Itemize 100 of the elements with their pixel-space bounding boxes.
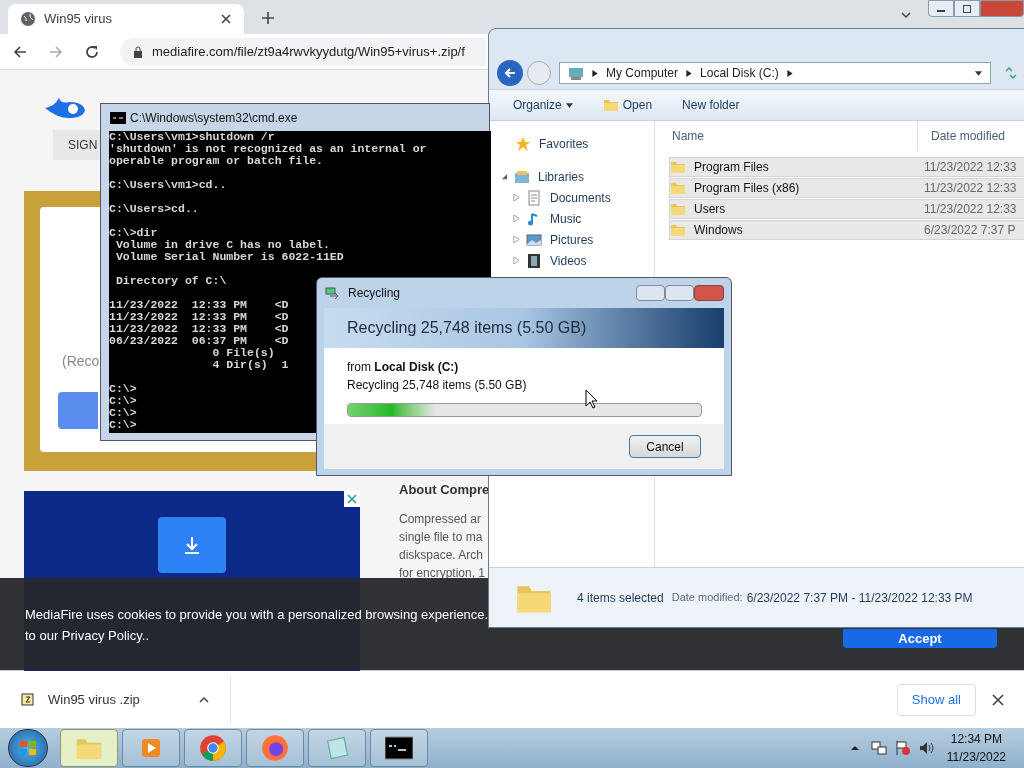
lock-icon [132, 45, 144, 58]
nav-item[interactable]: Libraries [538, 167, 585, 186]
paragraph-line: diskspace. Arch [399, 547, 485, 564]
url-text: mediafire.com/file/zt9a4rwvkyydutg/Win95+virus+.zip/f [152, 42, 465, 61]
file-row[interactable]: Program Files (x86) 11/23/2022 12:33 [669, 178, 1024, 198]
toolbar-button[interactable]: New folder [682, 96, 740, 114]
console-line: C:\> [109, 419, 137, 431]
close-button[interactable] [694, 285, 724, 301]
chevron-right-icon[interactable] [686, 69, 693, 77]
file-row[interactable]: Windows 6/23/2022 7:37 P [669, 220, 1024, 240]
maximize-button[interactable] [954, 0, 980, 17]
clock-date[interactable]: 11/23/2022 [946, 748, 1006, 766]
download-folder-icon [158, 517, 226, 573]
console-line: 'shutdown' is not recognized as an internal or [109, 143, 427, 155]
column-header[interactable]: Date modified [918, 127, 1006, 145]
back-arrow-icon[interactable] [12, 43, 28, 60]
console-icon [385, 736, 413, 760]
play-icon [139, 736, 163, 760]
nav-item[interactable]: Pictures [550, 230, 594, 249]
film-icon [526, 252, 542, 269]
console-line: C:\> [109, 383, 137, 395]
picture-icon [526, 231, 542, 248]
folder-icon [602, 97, 619, 113]
file-name: Windows [694, 222, 744, 239]
file-name: Program Files [694, 159, 770, 176]
file-date: 11/23/2022 12:33 [924, 180, 1017, 197]
close-icon[interactable] [220, 13, 232, 25]
dialog-heading: Recycling 25,748 items (5.50 GB) [347, 318, 587, 338]
taskbar-app-button[interactable] [370, 729, 428, 767]
console-line: C:\>dir [109, 227, 158, 239]
nav-item[interactable]: Music [550, 209, 582, 228]
section-heading: About Compre [399, 481, 490, 499]
nav-item[interactable]: Videos [550, 251, 587, 270]
close-icon[interactable] [992, 693, 1004, 706]
folder-icon [670, 180, 686, 196]
show-all-button[interactable]: Show all [896, 683, 976, 716]
speaker-icon[interactable] [918, 740, 935, 756]
chevron-down-icon[interactable] [900, 9, 912, 21]
browser-tab[interactable]: Win95 virus [8, 4, 244, 34]
paragraph-line: for encryption, 1 [399, 565, 486, 582]
document-icon [526, 189, 542, 206]
console-line: 11/23/2022 12:33 PM <D [109, 311, 289, 323]
folder-icon [670, 159, 686, 175]
caret-down-icon[interactable] [565, 102, 573, 108]
address-bar[interactable]: My Computer Local Disk (C:) [559, 62, 991, 84]
nav-item[interactable]: Documents [550, 188, 611, 207]
console-line: operable program or batch file. [109, 155, 323, 167]
sign-in-button[interactable]: SIGN [53, 130, 100, 160]
chevron-right-icon[interactable] [592, 69, 598, 77]
reload-icon[interactable] [84, 43, 100, 60]
cancel-button[interactable]: Cancel [629, 435, 701, 458]
breadcrumb-item[interactable]: My Computer [606, 64, 679, 82]
expanded-triangle-icon[interactable] [501, 173, 508, 180]
breadcrumb-item[interactable]: Local Disk (C:) [700, 64, 779, 82]
console-line: 11/23/2022 12:33 PM <D [109, 323, 289, 335]
minimize-button[interactable] [928, 0, 954, 17]
folder-icon [670, 201, 686, 217]
start-button[interactable] [8, 729, 48, 767]
console-line: C:\> [109, 395, 137, 407]
network-icon[interactable] [870, 740, 887, 756]
flag-error-icon[interactable] [894, 740, 911, 756]
status-value: 6/23/2022 7:37 PM - 11/23/2022 12:33 PM [746, 589, 973, 607]
accept-button[interactable]: Accept [843, 629, 997, 648]
paragraph-line: Compressed ar [399, 511, 483, 528]
window-title: C:\Windows\system32\cmd.exe [130, 109, 298, 127]
download-file-name[interactable]: Win95 virus .zip [48, 689, 198, 710]
console-line: 4 Dir(s) 1 [211, 359, 289, 371]
globe-icon [20, 11, 36, 27]
console-icon [110, 111, 126, 124]
mouse-cursor-icon [585, 389, 598, 409]
console-line: Volume in drive C has no label. [114, 239, 330, 251]
console-line: C:\> [109, 407, 137, 419]
toolbar-button[interactable]: Organize [513, 96, 573, 114]
console-line: 06/23/2022 06:37 PM <D [109, 335, 289, 347]
console-line: Directory of C:\ [114, 275, 227, 287]
window-title: Recycling [348, 285, 402, 302]
progress-text: Recycling 25,748 items (5.50 GB) [347, 377, 528, 394]
file-name: Program Files (x86) [694, 180, 801, 197]
file-row[interactable]: Program Files 11/23/2022 12:33 [669, 157, 1024, 177]
console-line: Volume Serial Number is 6022-11ED [114, 251, 344, 263]
caret-up-icon[interactable] [850, 744, 859, 752]
file-row[interactable]: Users 11/23/2022 12:33 [669, 199, 1024, 219]
console-line: 0 File(s) [211, 347, 275, 359]
chevron-right-icon[interactable] [786, 69, 793, 77]
file-date: 6/23/2022 7:37 P [924, 222, 1016, 239]
star-icon [515, 135, 531, 152]
source-text: from Local Disk (C:) [347, 359, 460, 376]
back-button[interactable] [497, 60, 523, 86]
clock-time[interactable]: 12:34 PM [950, 730, 1003, 748]
file-date: 11/23/2022 12:33 [924, 159, 1017, 176]
windows-logo-icon [18, 738, 38, 758]
address-bar[interactable]: mediafire.com/file/zt9a4rwvkyydutg/Win95+virus+.zip/f [120, 37, 486, 66]
folder-icon [670, 222, 686, 238]
back-arrow-icon [504, 67, 516, 79]
console-line: C:\Users\vm1>cd.. [109, 179, 227, 191]
plus-icon[interactable] [260, 10, 276, 26]
library-icon [514, 168, 530, 185]
nav-item[interactable]: Favorites [539, 134, 589, 153]
toolbar-button[interactable]: Open [602, 96, 653, 114]
column-header[interactable]: Name [655, 127, 917, 145]
